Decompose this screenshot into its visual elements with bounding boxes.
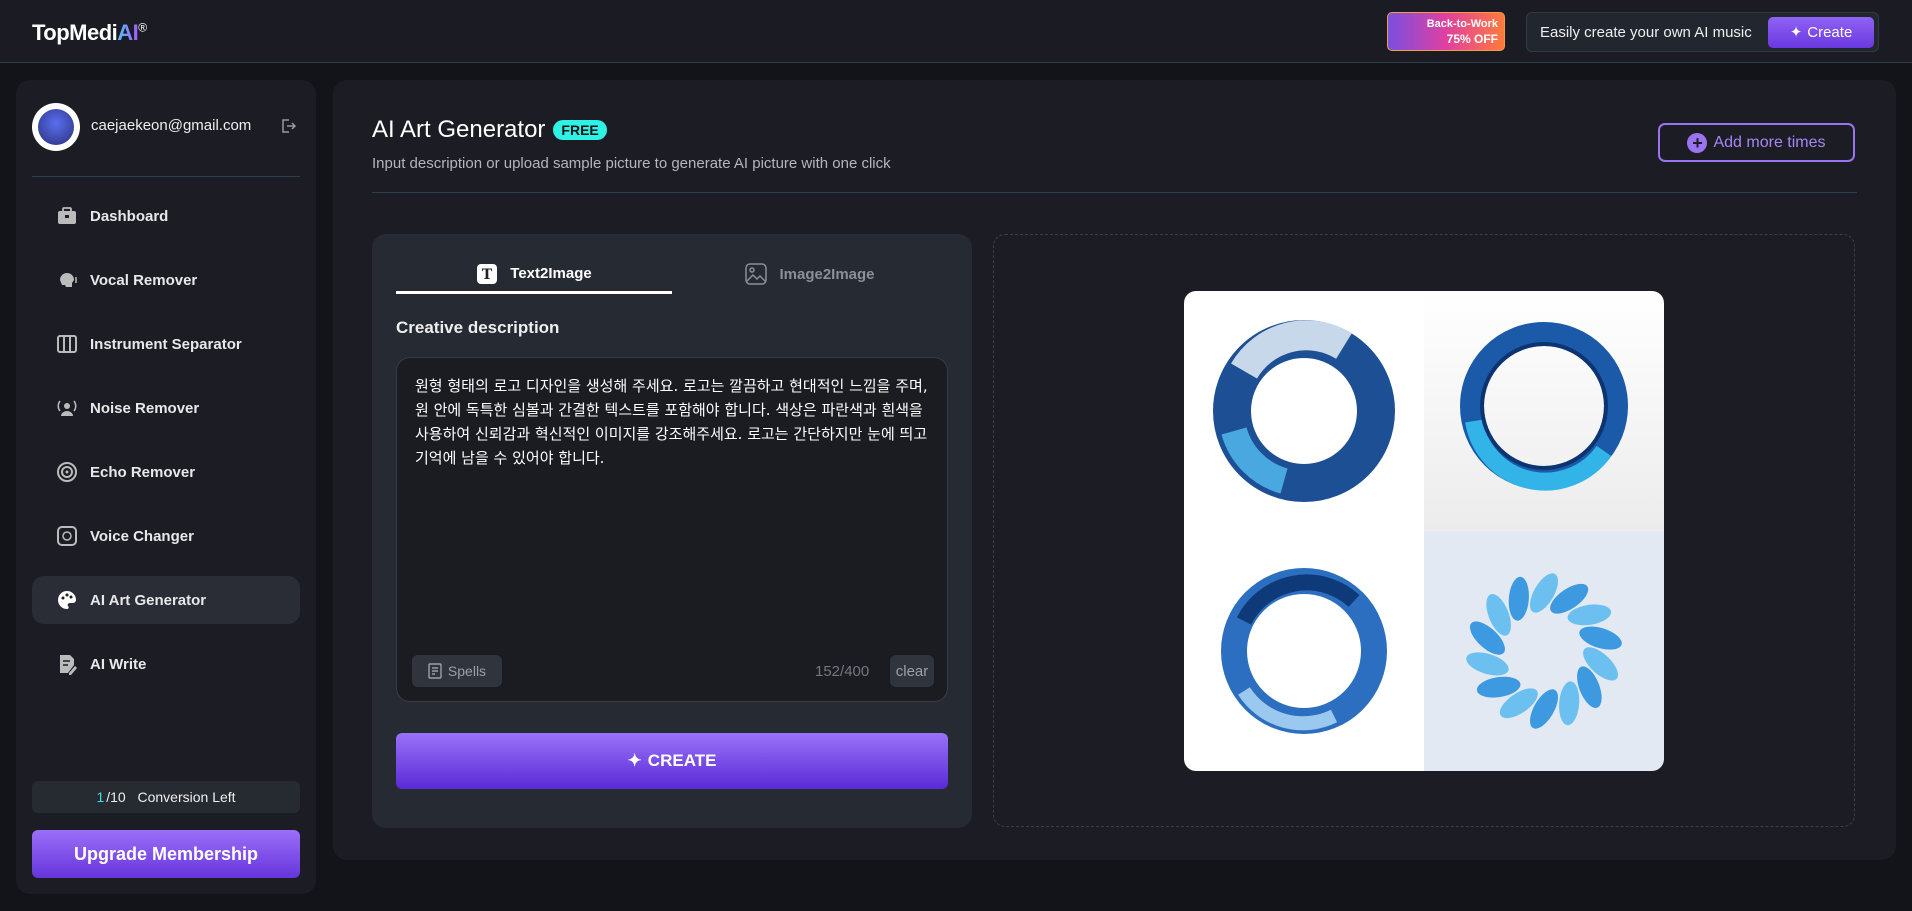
ring-logo-image xyxy=(1460,322,1628,491)
svg-text:T: T xyxy=(482,267,493,283)
sidebar-item-label: Dashboard xyxy=(90,207,169,225)
avatar[interactable] xyxy=(32,103,80,151)
cta-text: Easily create your own AI music xyxy=(1540,23,1752,41)
book-icon xyxy=(428,663,442,679)
add-more-label: Add more times xyxy=(1713,133,1826,151)
generated-image-1[interactable] xyxy=(1184,291,1424,531)
sidebar-item-voice-changer[interactable]: Voice Changer xyxy=(32,512,300,560)
sparkle-icon: ✦ xyxy=(1789,24,1803,41)
leaf-wreath-logo-image xyxy=(1466,573,1622,729)
tab-text2image[interactable]: T Text2Image xyxy=(396,256,672,294)
sidebar-item-noise-remover[interactable]: Noise Remover xyxy=(32,384,300,432)
text-icon: T xyxy=(477,263,498,284)
top-header: TopMediAI® Back-to-Work 75% OFF Easily cr… xyxy=(0,0,1912,63)
upgrade-membership-button[interactable]: Upgrade Membership xyxy=(32,830,300,878)
broadcast-user-icon xyxy=(57,400,77,416)
tab-image2image[interactable]: Image2Image xyxy=(672,256,948,292)
generated-image-2[interactable] xyxy=(1424,291,1664,531)
piano-icon xyxy=(57,335,77,353)
palette-icon xyxy=(58,591,76,609)
create-music-label: Create xyxy=(1807,23,1853,41)
sidebar: caejaekeon@gmail.com Dashboard Vocal Remo… xyxy=(16,80,316,894)
sidebar-item-echo-remover[interactable]: Echo Remover xyxy=(32,448,300,496)
sidebar-item-ai-art-generator[interactable]: AI Art Generator xyxy=(32,576,300,624)
sparkle-icon: ✦ xyxy=(627,751,642,770)
sidebar-item-label: Echo Remover xyxy=(90,463,196,481)
logo-text: TopMedi xyxy=(32,20,118,45)
page-title-text: AI Art Generator xyxy=(372,116,546,143)
promo-discount: 75% OFF xyxy=(1446,32,1498,46)
creative-description-label: Creative description xyxy=(396,318,560,337)
write-icon xyxy=(60,655,77,675)
spells-label: Spells xyxy=(447,663,487,679)
sidebar-divider xyxy=(32,176,300,177)
user-email: caejaekeon@gmail.com xyxy=(91,117,252,134)
sidebar-item-vocal-remover[interactable]: Vocal Remover xyxy=(32,256,300,304)
free-badge: FREE xyxy=(553,120,607,140)
echo-icon xyxy=(57,462,77,482)
generated-image-4[interactable] xyxy=(1424,531,1664,771)
logo-reg: ® xyxy=(138,20,147,35)
page-subtitle: Input description or upload sample pictu… xyxy=(372,155,891,172)
swirl-logo-image xyxy=(1213,320,1395,502)
generated-image-3[interactable] xyxy=(1184,531,1424,771)
preview-area xyxy=(993,234,1855,827)
spells-button[interactable]: Spells xyxy=(412,655,502,687)
page-title: AI Art Generator FREE xyxy=(372,116,607,144)
header-divider xyxy=(372,192,1857,193)
prompt-text[interactable]: 원형 형태의 로고 디자인을 생성해 주세요. 로고는 깔끔하고 현대적인 느낌… xyxy=(415,374,930,470)
generated-images-grid xyxy=(1184,291,1664,771)
head-voice-icon xyxy=(60,273,77,287)
sidebar-item-label: AI Art Generator xyxy=(90,591,207,609)
promo-banner[interactable]: Back-to-Work 75% OFF xyxy=(1387,12,1505,51)
sidebar-item-ai-write[interactable]: AI Write xyxy=(32,640,300,688)
sidebar-item-label: Vocal Remover xyxy=(90,271,198,289)
input-card: T Text2Image Image2Image Creative descri… xyxy=(372,234,972,828)
conversion-left: 1/10 Conversion Left xyxy=(32,781,300,813)
clear-button[interactable]: clear xyxy=(890,655,934,687)
create-label: CREATE xyxy=(647,751,717,770)
sidebar-item-label: AI Write xyxy=(90,655,147,673)
voice-changer-icon xyxy=(57,526,77,546)
main-panel: AI Art Generator FREE Input description o… xyxy=(333,80,1896,860)
create-music-button[interactable]: ✦ Create xyxy=(1768,16,1874,48)
logout-icon[interactable] xyxy=(280,118,296,134)
sidebar-item-label: Instrument Separator xyxy=(90,335,242,353)
conversion-label: Conversion Left xyxy=(137,789,236,805)
conversion-total: /10 xyxy=(106,789,126,805)
promo-title: Back-to-Work xyxy=(1426,18,1498,30)
logo-ai: AI xyxy=(117,20,139,45)
sidebar-item-dashboard[interactable]: Dashboard xyxy=(32,192,300,240)
music-cta: Easily create your own AI music ✦ Create xyxy=(1526,12,1879,52)
tab-label: Image2Image xyxy=(779,265,875,283)
plus-circle-icon: + xyxy=(1687,132,1708,153)
image-icon xyxy=(745,263,768,285)
spiral-ring-logo-image xyxy=(1221,568,1387,734)
sidebar-item-label: Voice Changer xyxy=(90,527,194,545)
tab-label: Text2Image xyxy=(510,265,592,282)
briefcase-icon xyxy=(58,207,76,224)
prompt-textarea[interactable]: 원형 형태의 로고 디자인을 생성해 주세요. 로고는 깔끔하고 현대적인 느낌… xyxy=(396,357,948,702)
char-count: 152/400 xyxy=(815,663,870,680)
conversion-used: 1 xyxy=(96,789,105,805)
create-button[interactable]: ✦ CREATE xyxy=(396,733,948,789)
sidebar-item-label: Noise Remover xyxy=(90,399,200,417)
add-more-times-button[interactable]: + Add more times xyxy=(1658,123,1855,162)
sidebar-item-instrument-separator[interactable]: Instrument Separator xyxy=(32,320,300,368)
logo[interactable]: TopMediAI® xyxy=(32,20,147,46)
